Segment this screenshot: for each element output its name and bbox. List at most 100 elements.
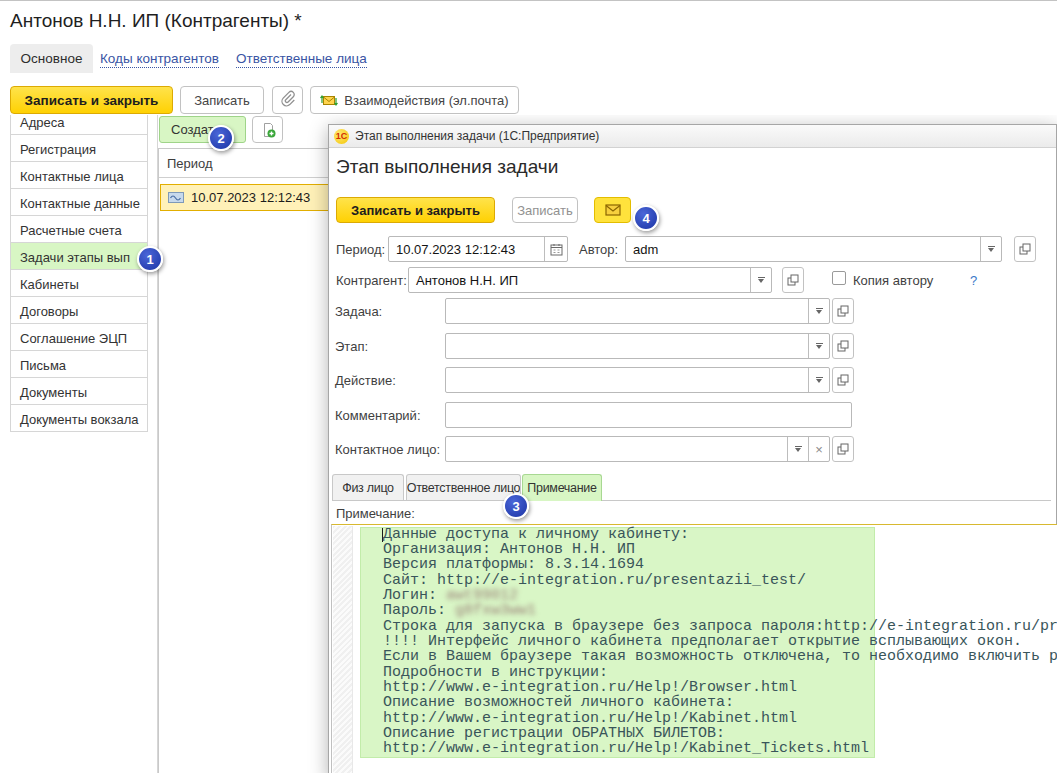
attach-button[interactable] [272,86,303,114]
envelope-icon [605,204,621,216]
annotation-badge-1: 1 [137,246,163,272]
author-dropdown-button[interactable] [980,237,1001,261]
sidebar-item-документы[interactable]: Документы [10,377,148,405]
task-input[interactable] [445,298,830,324]
note-textarea[interactable]: Данные доступа к личному кабинету:Органи… [331,524,1057,773]
counterparty-choose-button[interactable] [782,267,804,293]
list-row-selected[interactable]: 10.07.2023 12:12:43 [160,184,329,211]
action-input[interactable] [445,367,830,393]
sidebar-item-договоры[interactable]: Договоры [10,296,148,324]
sidebar-item-контактные-данные[interactable]: Контактные данные [10,188,148,216]
sidebar-item-регистрация[interactable]: Регистрация [10,134,148,162]
period-input[interactable]: 10.07.2023 12:12:43 [388,236,568,262]
field-label-period: Период: [336,242,385,257]
redacted-text: g8fxw3ww1 [455,602,536,619]
sidebar-item-контактные-лица[interactable]: Контактные лица [10,161,148,189]
note-line: Логин: awt99012 [383,588,1057,603]
comment-input[interactable] [445,402,852,428]
contact-choose-button[interactable] [832,436,854,462]
save-button[interactable]: Записать [180,86,264,114]
author-choose-button[interactable] [1014,236,1036,262]
contact-dropdown-button[interactable] [787,437,808,461]
sidebar: АдресаРегистрацияКонтактные лицаКонтактн… [10,108,148,432]
note-line: Подробности в инструкции: [383,665,1057,680]
chevron-down-icon [816,308,823,315]
field-label-comment: Комментарий: [335,408,421,423]
save-close-button[interactable]: Записать и закрыть [10,86,173,114]
copy-to-author-checkbox[interactable] [832,271,846,285]
note-line: Описание регистрации ОБРАТНЫХ БИЛЕТОВ: [383,726,1057,741]
choose-from-list-icon [837,374,849,386]
counterparty-dropdown-button[interactable] [750,268,771,292]
chevron-down-icon [758,277,765,284]
contact-input[interactable]: × [445,436,830,462]
field-label-action: Действие: [335,373,396,388]
dialog-titlebar[interactable]: 1С Этап выполнения задачи (1С:Предприяти… [329,125,1056,148]
sidebar-item-кабинеты[interactable]: Кабинеты [10,269,148,297]
author-input[interactable]: adm [625,236,1002,262]
note-text: Данные доступа к личному кабинету:Органи… [383,527,1057,757]
contact-clear-button[interactable]: × [808,437,829,461]
sidebar-item-задачи-этапы-вып[interactable]: Задачи этапы вып [10,242,148,270]
note-line: http://www.e-integration.ru/Help!/Browse… [383,680,1057,695]
task-stage-icon [168,192,184,203]
period-value: 10.07.2023 12:12:43 [389,237,567,257]
list-row-period: 10.07.2023 12:12:43 [191,190,310,205]
dialog-send-email-button[interactable] [594,197,631,223]
note-line: Сайт: http://e-integration.ru/presentazi… [383,573,1057,588]
note-line: Если в Вашем браузере такая возможность … [383,649,1057,664]
email-interactions-icon [320,93,338,108]
field-label-stage: Этап: [335,339,368,354]
field-label-counterparty: Контрагент: [336,273,407,288]
sidebar-item-документы-вокзала[interactable]: Документы вокзала [10,404,148,432]
field-label-task: Задача: [335,304,382,319]
stage-choose-button[interactable] [832,333,854,359]
counterparty-value: Антонов Н.Н. ИП [409,268,771,288]
calendar-button[interactable] [544,237,567,261]
annotation-badge-2: 2 [208,125,234,151]
action-dropdown-button[interactable] [808,368,829,392]
column-header-period[interactable]: Период [159,149,329,178]
dialog-save-button[interactable]: Записать [512,197,578,223]
dialog-heading: Этап выполнения задачи [336,156,558,178]
nav-link-codes[interactable]: Коды контрагентов [100,51,219,68]
tab-responsible-person[interactable]: Ответственное лицо [406,474,521,500]
stage-input[interactable] [445,333,830,359]
chevron-down-icon [988,246,995,253]
task-choose-button[interactable] [832,298,854,324]
chevron-down-icon [795,446,802,453]
field-label-contact: Контактное лицо: [335,442,440,457]
stage-dropdown-button[interactable] [808,334,829,358]
choose-from-list-icon [837,305,849,317]
action-choose-button[interactable] [832,367,854,393]
choose-from-list-icon [837,340,849,352]
dialog-save-close-button[interactable]: Записать и закрыть [336,197,495,223]
note-line: Описание возможностей личного кабинета: [383,695,1057,710]
new-document-button[interactable] [252,116,283,143]
choose-from-list-icon [787,274,799,286]
chevron-down-icon [816,377,823,384]
note-line: Строка для запуска в браузере без запрос… [383,619,1057,634]
tab-individual[interactable]: Физ лицо [332,474,404,500]
note-label: Примечание: [336,506,415,521]
interactions-button[interactable]: Взаимодействия (эл.почта) [310,86,519,114]
sidebar-item-письма[interactable]: Письма [10,350,148,378]
tab-main[interactable]: Основное [10,44,93,73]
help-link[interactable]: ? [970,273,977,288]
clear-icon: × [815,442,823,457]
note-line: Данные доступа к личному кабинету: [383,527,1057,542]
choose-from-list-icon [1019,243,1031,255]
sidebar-item-расчетные-счета[interactable]: Расчетные счета [10,215,148,243]
nav-link-responsible[interactable]: Ответственные лица [236,51,367,68]
paperclip-icon [279,90,296,110]
counterparty-input[interactable]: Антонов Н.Н. ИП [408,267,772,293]
sidebar-item-соглашение-эцп[interactable]: Соглашение ЭЦП [10,323,148,351]
choose-from-list-icon [837,443,849,455]
tab-note[interactable]: Примечание [522,474,602,501]
annotation-badge-3: 3 [503,493,529,519]
window-top-edge [0,0,1057,1]
annotation-badge-4: 4 [633,205,659,231]
note-line: http://www.e-integration.ru/Help!/Kabine… [383,741,1057,756]
task-dropdown-button[interactable] [808,299,829,323]
note-line: !!!! Интерфейс личного кабинета предпола… [383,634,1057,649]
